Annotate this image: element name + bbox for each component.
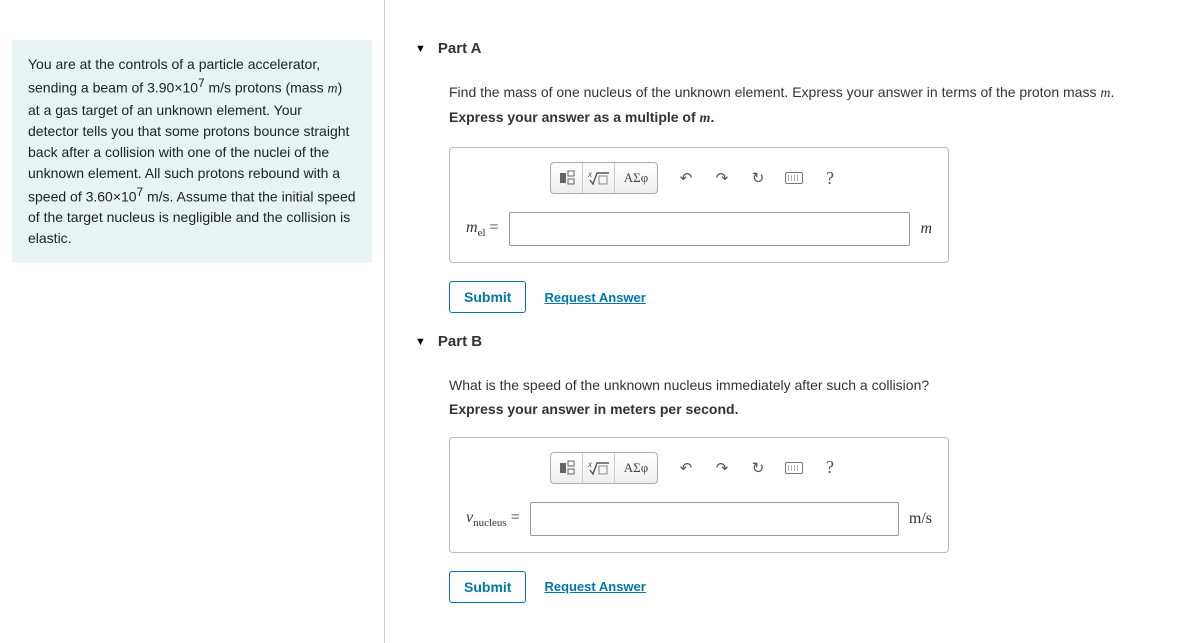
keyboard-button[interactable] — [779, 453, 809, 483]
keyboard-icon — [785, 172, 803, 184]
chevron-down-icon: ▼ — [415, 43, 426, 55]
svg-text:x: x — [588, 460, 593, 469]
reset-button[interactable]: ↻ — [743, 163, 773, 193]
part-a-answer-box: x ΑΣφ ↶ ↷ ↻ ? mel = m — [449, 147, 949, 263]
part-b-lhs: vnucleus = — [466, 509, 520, 529]
mass-var-1: m — [327, 82, 337, 97]
svg-text:x: x — [588, 170, 593, 179]
part-a-input[interactable] — [509, 212, 911, 246]
chevron-down-icon: ▼ — [415, 336, 426, 348]
part-b-prompt: What is the speed of the unknown nucleus… — [449, 374, 1170, 396]
pb-lhs-sub: nucleus — [473, 517, 507, 529]
keyboard-button[interactable] — [779, 163, 809, 193]
help-button[interactable]: ? — [815, 163, 845, 193]
part-b-unit: m/s — [909, 510, 932, 528]
part-a-submit-button[interactable]: Submit — [449, 281, 526, 313]
part-b-title: Part B — [438, 333, 482, 350]
redo-button[interactable]: ↷ — [707, 163, 737, 193]
pa-lhs-sub: el — [478, 227, 486, 239]
sqrt-button[interactable]: x — [583, 163, 615, 193]
undo-button[interactable]: ↶ — [671, 163, 701, 193]
part-a-prompt: Find the mass of one nucleus of the unkn… — [449, 81, 1170, 105]
pb-equals: = — [507, 509, 520, 526]
part-b-input[interactable] — [530, 502, 899, 536]
part-a-instruction: Express your answer as a multiple of m. — [449, 109, 1170, 127]
part-b-submit-button[interactable]: Submit — [449, 571, 526, 603]
templates-button[interactable] — [551, 163, 583, 193]
part-b-instruction: Express your answer in meters per second… — [449, 401, 1170, 417]
keyboard-icon — [785, 462, 803, 474]
problem-text-3: ) at a gas target of an unknown element.… — [28, 80, 349, 205]
pa-inst-var: m — [700, 111, 711, 126]
pa-prompt-post: . — [1110, 84, 1114, 100]
reset-button[interactable]: ↻ — [743, 453, 773, 483]
part-a-title: Part A — [438, 40, 482, 57]
undo-button[interactable]: ↶ — [671, 453, 701, 483]
part-a-toolbar: x ΑΣφ ↶ ↷ ↻ ? — [466, 162, 932, 194]
pa-prompt-pre: Find the mass of one nucleus of the unkn… — [449, 84, 1100, 100]
pa-equals: = — [486, 219, 499, 236]
part-b-header[interactable]: ▼ Part B — [415, 333, 1170, 350]
help-button[interactable]: ? — [815, 453, 845, 483]
greek-button[interactable]: ΑΣφ — [615, 163, 657, 193]
pa-lhs-var: m — [466, 219, 478, 236]
pa-inst-post: . — [710, 109, 714, 125]
sqrt-button[interactable]: x — [583, 453, 615, 483]
part-b-request-answer-link[interactable]: Request Answer — [544, 579, 645, 594]
part-a-unit: m — [920, 220, 932, 238]
pa-prompt-var: m — [1100, 86, 1110, 101]
greek-button[interactable]: ΑΣφ — [615, 453, 657, 483]
part-b-toolbar: x ΑΣφ ↶ ↷ ↻ ? — [466, 452, 932, 484]
part-a-header[interactable]: ▼ Part A — [415, 40, 1170, 57]
problem-statement: You are at the controls of a particle ac… — [12, 40, 372, 263]
pa-inst-pre: Express your answer as a multiple of — [449, 109, 700, 125]
part-b-answer-box: x ΑΣφ ↶ ↷ ↻ ? vnucleus = m/s — [449, 437, 949, 553]
templates-button[interactable] — [551, 453, 583, 483]
redo-button[interactable]: ↷ — [707, 453, 737, 483]
problem-text-2: m/s protons (mass — [205, 80, 328, 96]
part-a-request-answer-link[interactable]: Request Answer — [544, 290, 645, 305]
part-a-lhs: mel = — [466, 219, 499, 239]
